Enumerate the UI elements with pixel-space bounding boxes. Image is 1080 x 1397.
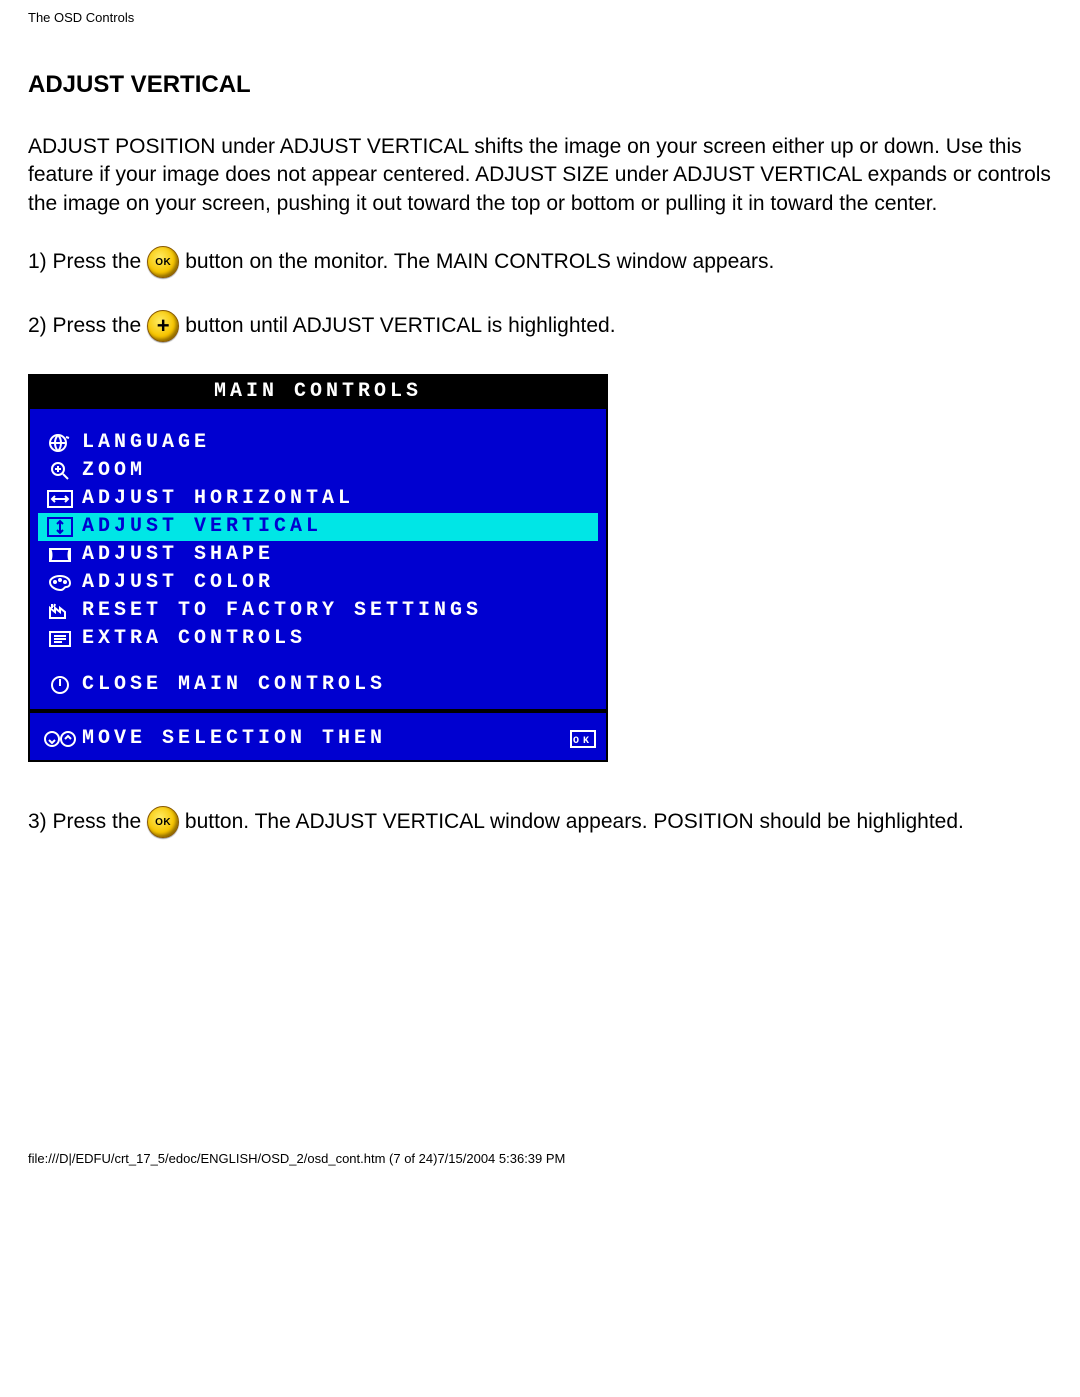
step-1-text-a: 1) Press the (28, 250, 141, 274)
osd-item-adjust-shape: ADJUST SHAPE (38, 541, 598, 569)
osd-item-language: LANGUAGE (38, 429, 598, 457)
osd-item-close: CLOSE MAIN CONTROLS (38, 671, 598, 699)
page-footer-path: file:///D|/EDFU/crt_17_5/edoc/ENGLISH/OS… (0, 1151, 1080, 1178)
osd-item-extra-controls: EXTRA CONTROLS (38, 625, 598, 653)
step-3: 3) Press the OK button. The ADJUST VERTI… (28, 806, 1052, 839)
power-icon (38, 674, 82, 696)
list-icon (38, 630, 82, 648)
ok-button-icon: OK (147, 806, 179, 838)
osd-item-adjust-vertical: ADJUST VERTICAL (38, 513, 598, 541)
osd-footer: MOVE SELECTION THEN OK (30, 713, 606, 760)
v-arrows-box-icon (38, 517, 82, 537)
osd-item-label: EXTRA CONTROLS (82, 627, 306, 650)
osd-item-label: ADJUST VERTICAL (82, 515, 322, 538)
osd-spacer (38, 653, 598, 671)
section-intro: ADJUST POSITION under ADJUST VERTICAL sh… (28, 133, 1052, 218)
doc-title: The OSD Controls (0, 0, 1080, 25)
whitespace (28, 851, 1052, 1151)
step-2-text-b: button until ADJUST VERTICAL is highligh… (185, 314, 615, 338)
osd-item-label: LANGUAGE (82, 431, 210, 454)
page-content: ADJUST VERTICAL ADJUST POSITION under AD… (0, 25, 1080, 1151)
ok-button-icon: OK (147, 246, 179, 278)
osd-title: MAIN CONTROLS (30, 376, 606, 409)
osd-item-label: ADJUST SHAPE (82, 543, 274, 566)
osd-item-reset-factory: RESET TO FACTORY SETTINGS (38, 597, 598, 625)
osd-item-label: ADJUST COLOR (82, 571, 274, 594)
section-title: ADJUST VERTICAL (28, 71, 1052, 99)
step-1-text-b: button on the monitor. The MAIN CONTROLS… (185, 250, 774, 274)
svg-text:OK: OK (573, 736, 593, 747)
osd-footer-label: MOVE SELECTION THEN (82, 727, 568, 750)
osd-item-label: ZOOM (82, 459, 146, 482)
osd-item-adjust-horizontal: ADJUST HORIZONTAL (38, 485, 598, 513)
shape-icon (38, 546, 82, 564)
step-3-text-b: button. The ADJUST VERTICAL window appea… (185, 810, 964, 833)
up-down-buttons-icon (38, 729, 82, 749)
step-1: 1) Press the OK button on the monitor. T… (28, 246, 1052, 278)
osd-item-adjust-color: ADJUST COLOR (38, 569, 598, 597)
osd-window: MAIN CONTROLS LANGUAGE ZOOM ADJUST HORIZ… (28, 374, 608, 762)
plus-button-icon: + (147, 310, 179, 342)
osd-item-zoom: ZOOM (38, 457, 598, 485)
zoom-icon (38, 460, 82, 482)
step-2: 2) Press the + button until ADJUST VERTI… (28, 310, 1052, 342)
factory-icon (38, 602, 82, 620)
ok-box-icon: OK (568, 730, 598, 748)
osd-item-label: ADJUST HORIZONTAL (82, 487, 354, 510)
globe-icon (38, 433, 82, 453)
osd-body: LANGUAGE ZOOM ADJUST HORIZONTAL ADJUST V… (30, 409, 606, 713)
osd-close-label: CLOSE MAIN CONTROLS (82, 673, 386, 696)
step-2-text-a: 2) Press the (28, 314, 141, 338)
h-arrows-icon (38, 490, 82, 508)
osd-item-label: RESET TO FACTORY SETTINGS (82, 599, 482, 622)
step-3-text-a: 3) Press the (28, 810, 147, 833)
palette-icon (38, 574, 82, 592)
